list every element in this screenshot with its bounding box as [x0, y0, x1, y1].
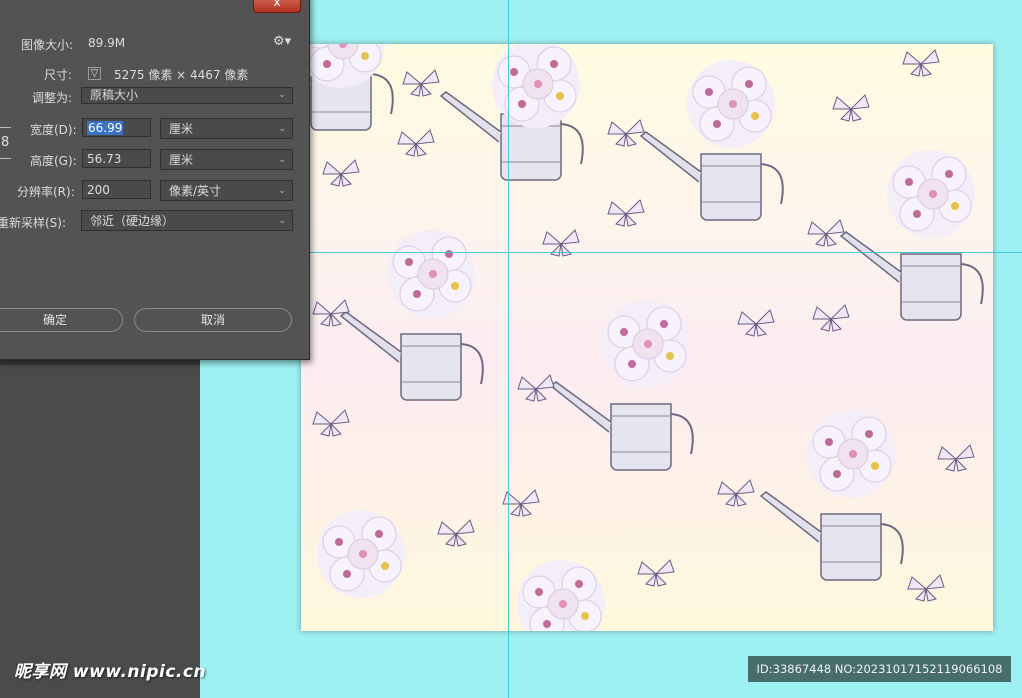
chevron-down-icon: ⌄	[278, 90, 286, 100]
butterfly-icon	[812, 304, 850, 332]
butterfly-icon	[717, 479, 755, 507]
flower-bouquet-icon	[516, 559, 606, 631]
butterfly-icon	[402, 69, 440, 97]
ok-button[interactable]: 确定	[0, 308, 123, 332]
butterfly-icon	[437, 519, 475, 547]
height-unit-value: 厘米	[169, 153, 194, 167]
watermark-id: ID:33867448 NO:20231017152119066108	[748, 656, 1011, 682]
chevron-down-icon: ⌄	[278, 186, 286, 196]
watering-can-icon	[340, 311, 484, 401]
watering-can-icon	[640, 131, 784, 221]
link-icon[interactable]: 8	[1, 135, 9, 150]
chevron-down-icon: ▽	[90, 68, 99, 79]
dimensions-toggle[interactable]: ▽	[88, 67, 101, 80]
cancel-button[interactable]: 取消	[134, 308, 292, 332]
guide-vertical[interactable]	[508, 0, 509, 698]
flower-bouquet-icon	[491, 44, 581, 129]
image-size-value: 89.9M	[88, 36, 126, 50]
chevron-down-icon: ⌄	[278, 124, 286, 134]
width-unit-select[interactable]: 厘米 ⌄	[160, 118, 293, 139]
butterfly-icon	[907, 574, 945, 602]
watering-can-icon	[760, 491, 904, 581]
resolution-input[interactable]: 200	[82, 180, 151, 199]
close-button[interactable]: x	[253, 0, 301, 13]
flower-bouquet-icon	[316, 509, 406, 599]
butterfly-icon	[397, 129, 435, 157]
butterfly-icon	[637, 559, 675, 587]
resample-value: 邻近（硬边缘）	[90, 214, 175, 228]
butterfly-icon	[737, 309, 775, 337]
image-size-label: 图像大小:	[21, 38, 74, 52]
butterfly-icon	[937, 444, 975, 472]
flower-bouquet-icon	[601, 299, 691, 389]
resolution-label: 分辨率(R):	[17, 185, 75, 199]
butterfly-icon	[807, 219, 845, 247]
height-input[interactable]: 56.73	[82, 149, 151, 168]
fit-to-value: 原稿大小	[90, 88, 139, 102]
dimensions-label: 尺寸:	[44, 68, 73, 82]
watermark-logo: 昵享网 www.nipic.cn	[14, 662, 207, 682]
gear-icon[interactable]: ⚙▾	[273, 34, 291, 49]
flower-bouquet-icon	[386, 229, 476, 319]
butterfly-icon	[517, 374, 555, 402]
resample-label: 重新采样(S):	[0, 216, 67, 230]
document-canvas[interactable]	[301, 44, 993, 631]
fit-to-label: 调整为:	[32, 91, 73, 105]
pattern-artwork	[301, 44, 984, 631]
resample-select[interactable]: 邻近（硬边缘） ⌄	[81, 210, 293, 231]
flower-bouquet-icon	[806, 409, 896, 499]
chevron-down-icon: ⌄	[278, 216, 286, 226]
butterfly-icon	[312, 409, 350, 437]
width-unit-value: 厘米	[169, 122, 194, 136]
width-input[interactable]: 66.99	[82, 118, 151, 137]
resolution-unit-select[interactable]: 像素/英寸 ⌄	[160, 180, 293, 201]
butterfly-icon	[607, 119, 645, 147]
butterfly-icon	[902, 49, 940, 77]
dimensions-value: 5275 像素 × 4467 像素	[114, 68, 249, 82]
fit-to-select[interactable]: 原稿大小 ⌄	[81, 87, 293, 104]
resolution-unit-value: 像素/英寸	[169, 184, 222, 198]
watering-can-icon	[840, 231, 984, 321]
butterfly-icon	[322, 159, 360, 187]
butterfly-icon	[832, 94, 870, 122]
watering-can-icon	[550, 381, 694, 471]
butterfly-icon	[312, 299, 350, 327]
flower-bouquet-icon	[686, 59, 776, 149]
chevron-down-icon: ⌄	[278, 155, 286, 165]
width-label: 宽度(D):	[30, 123, 77, 137]
close-icon: x	[273, 0, 281, 9]
image-size-dialog: x 图像大小: 89.9M ⚙▾ 尺寸: ▽ 5275 像素 × 4467 像素…	[0, 0, 310, 360]
butterfly-icon	[607, 199, 645, 227]
flower-bouquet-icon	[886, 149, 976, 239]
height-unit-select[interactable]: 厘米 ⌄	[160, 149, 293, 170]
height-label: 高度(G):	[30, 154, 77, 168]
panel-lower	[0, 365, 200, 698]
